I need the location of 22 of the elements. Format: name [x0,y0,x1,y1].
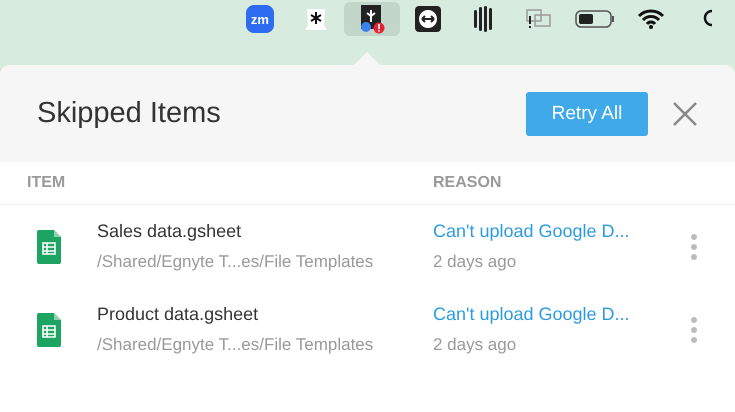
drive-icon[interactable] [304,7,328,31]
wifi-icon[interactable] [637,8,666,30]
spreadsheet-file-icon [37,230,61,264]
file-path: /Shared/Egnyte T...es/File Templates [97,335,374,355]
menu-bar-item[interactable]: zm [232,2,288,36]
timestamp: 2 days ago [433,252,518,272]
close-icon[interactable] [672,100,698,126]
retry-all-button[interactable]: Retry All [526,92,648,136]
timestamp: 2 days ago [433,335,518,355]
file-name: Sales data.gsheet [97,221,242,242]
zoom-app-icon[interactable]: zm [246,5,274,33]
reason-link[interactable]: Can't upload Google D... [433,221,683,242]
menu-bar-item[interactable] [344,2,400,36]
battery-icon[interactable] [575,9,616,29]
reason-link[interactable]: Can't upload Google D... [433,304,683,325]
spreadsheet-file-icon [37,312,61,346]
column-header: REASON [433,174,502,192]
column-header: ITEM [26,174,66,192]
screens-icon[interactable] [525,8,554,30]
file-name: Product data.gsheet [97,304,260,325]
panel-title: Skipped Items [37,97,222,130]
file-path: /Shared/Egnyte T...es/File Templates [97,252,374,272]
